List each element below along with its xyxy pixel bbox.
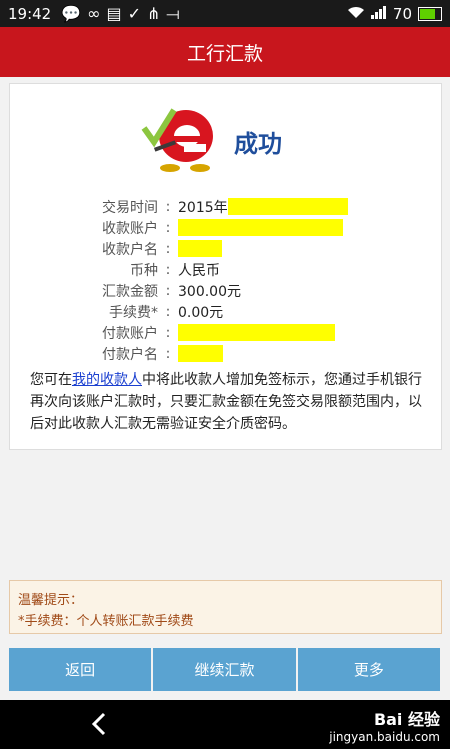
icbc-e-logo-icon — [141, 108, 213, 172]
detail-separator: : — [165, 240, 171, 257]
infinity-icon: ∞ — [87, 3, 101, 23]
detail-separator: : — [165, 219, 171, 236]
detail-separator: : — [165, 282, 171, 299]
battery-icon — [418, 6, 442, 21]
watermark-brand: Bai 经验 — [373, 710, 440, 729]
detail-label: 币种 — [130, 262, 158, 279]
detail-row: 付款账户: — [10, 322, 441, 343]
notification-icons: 💬 ∞ ▤ ✓ ⋔ ⟞ — [61, 3, 180, 23]
redacted-highlight — [178, 324, 335, 341]
free-sign-note: 您可在我的收款人中将此收款人增加免签标示，您通过手机银行再次向该账户汇款时，只要… — [30, 369, 426, 435]
usb-icon: ⟞ — [166, 3, 180, 23]
detail-label: 付款账户 — [102, 325, 158, 342]
detail-separator: : — [165, 324, 171, 341]
detail-value-text: 0.00元 — [178, 304, 224, 321]
detail-separator: : — [165, 303, 171, 320]
detail-row: 汇款金额:300.00元 — [10, 280, 441, 301]
detail-row: 付款户名: — [10, 343, 441, 364]
detail-value — [178, 324, 335, 341]
redacted-highlight — [178, 345, 223, 362]
transaction-details: 交易时间:2015年 收款账户: 收款户名: 币种: 人民币 汇款金额:300.00元 手续… — [10, 196, 441, 364]
redacted-highlight — [178, 219, 343, 236]
note-text-prefix: 您可在 — [30, 372, 72, 388]
status-bar: 19:42 💬 ∞ ▤ ✓ ⋔ ⟞ 70 — [0, 0, 450, 27]
detail-value: 人民币 — [178, 260, 220, 280]
detail-separator: : — [165, 345, 171, 362]
detail-value: 0.00元 — [178, 302, 223, 322]
detail-value-text: 300.00元 — [178, 283, 241, 300]
detail-value — [178, 240, 222, 257]
detail-label: 交易时间 — [102, 199, 158, 216]
my-payees-link[interactable]: 我的收款人 — [72, 372, 142, 388]
continue-transfer-button[interactable]: 继续汇款 — [153, 648, 296, 691]
back-button[interactable]: 返回 — [9, 648, 152, 691]
detail-row: 交易时间:2015年 — [10, 196, 441, 217]
detail-label: 收款户名 — [102, 241, 158, 258]
signal-icon — [370, 5, 387, 23]
tips-box: 温馨提示： *手续费：个人转账汇款手续费 — [9, 580, 442, 634]
detail-separator: : — [165, 198, 171, 215]
page-title: 工行汇款 — [186, 42, 263, 65]
detail-label: 手续费* — [109, 304, 158, 321]
detail-value-text: 2015年 — [178, 199, 228, 216]
detail-value — [178, 345, 223, 362]
chat-bubble-icon: 💬 — [61, 3, 82, 23]
detail-label: 收款账户 — [102, 220, 158, 237]
detail-value: 300.00元 — [178, 281, 241, 301]
usb-hub-icon: ⋔ — [147, 3, 161, 23]
result-card: 成功 交易时间:2015年 收款账户: 收款户名: 币种: 人民币 汇款金额:300.00… — [9, 83, 442, 450]
watermark: Bai 经验 jingyan.baidu.com — [329, 706, 440, 744]
battery-level: 70 — [392, 4, 412, 23]
header-bar: 工行汇款 — [0, 27, 450, 77]
detail-row: 收款户名: — [10, 238, 441, 259]
tips-line: *手续费：个人转账汇款手续费 — [18, 614, 194, 629]
detail-separator: : — [165, 261, 171, 278]
more-button[interactable]: 更多 — [297, 648, 440, 691]
wifi-icon — [347, 5, 365, 23]
action-bar: 返回 继续汇款 更多 — [9, 648, 440, 691]
detail-row: 收款账户: — [10, 217, 441, 238]
detail-value — [178, 219, 343, 236]
detail-row: 手续费*:0.00元 — [10, 301, 441, 322]
success-status: 成功 — [234, 130, 282, 158]
detail-label: 汇款金额 — [102, 283, 158, 300]
status-time: 19:42 — [8, 4, 52, 23]
back-chevron-icon[interactable] — [88, 712, 112, 736]
message-icon: ▤ — [106, 3, 122, 23]
watermark-url: jingyan.baidu.com — [329, 730, 440, 744]
detail-label: 付款户名 — [102, 346, 158, 363]
tips-title: 温馨提示： — [18, 593, 84, 608]
redacted-highlight — [227, 198, 348, 215]
check-circle-icon: ✓ — [127, 3, 142, 23]
redacted-highlight — [178, 240, 222, 257]
detail-row: 币种: 人民币 — [10, 259, 441, 280]
detail-value: 2015年 — [178, 197, 348, 217]
detail-value-text: 人民币 — [178, 262, 220, 279]
